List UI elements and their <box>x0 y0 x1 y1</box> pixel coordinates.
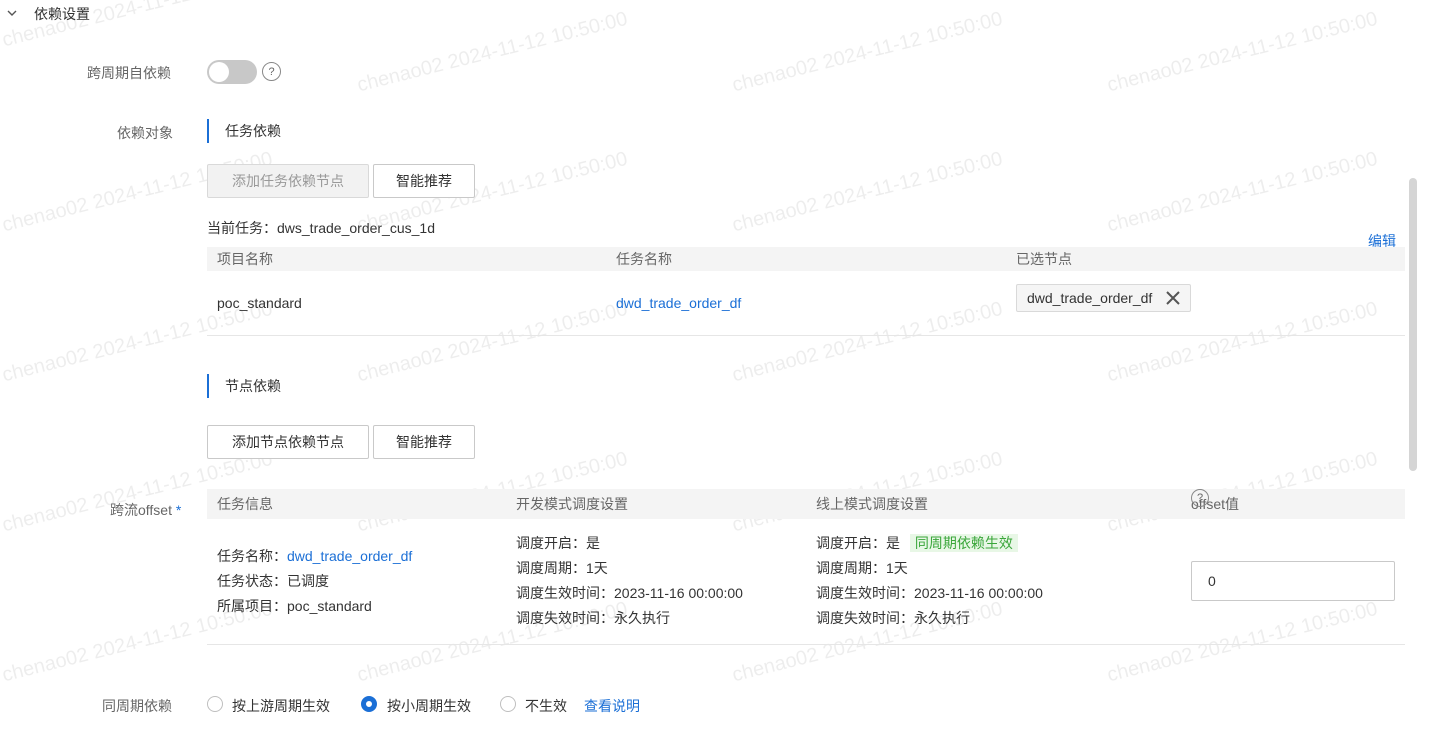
prod-schedule-cell: 调度开启：是 同周期依赖生效 调度周期：1天 调度生效时间：2023-11-16… <box>816 531 1043 631</box>
task-dep-table-header: 项目名称 任务名称 已选节点 <box>207 247 1405 271</box>
dev-cycle: 调度周期：1天 <box>516 560 608 576</box>
node-dep-title: 节点依赖 <box>207 374 281 398</box>
offset-label: 跨流offset * <box>110 500 181 520</box>
column-header: 已选节点 <box>1016 251 1072 267</box>
close-icon[interactable] <box>1165 290 1181 309</box>
add-node-dep-button[interactable]: 添加节点依赖节点 <box>207 425 369 459</box>
prod-enabled: 调度开启：是 <box>816 535 900 551</box>
add-task-dep-button[interactable]: 添加任务依赖节点 <box>207 164 369 198</box>
toggle-knob <box>209 62 229 82</box>
task-status: 任务状态：已调度 <box>217 573 329 589</box>
task-name-label: 任务名称： <box>217 548 287 564</box>
selected-node-label: dwd_trade_order_df <box>1027 290 1153 306</box>
watermark: chenao02 2024-11-12 10:50:00 <box>355 297 630 387</box>
task-name-link[interactable]: dwd_trade_order_df <box>287 548 412 564</box>
watermark: chenao02 2024-11-12 10:50:00 <box>1105 7 1380 97</box>
task-project: 所属项目：poc_standard <box>217 598 372 614</box>
project-cell: poc_standard <box>217 295 302 311</box>
current-task: 当前任务：dws_trade_order_cus_1d <box>207 220 435 236</box>
task-link[interactable]: dwd_trade_order_df <box>616 295 741 311</box>
radio-label[interactable]: 按小周期生效 <box>387 696 471 716</box>
section-title: 依赖设置 <box>34 6 90 22</box>
task-recommend-button[interactable]: 智能推荐 <box>373 164 475 198</box>
watermark: chenao02 2024-11-12 10:50:00 <box>730 297 1005 387</box>
watermark: chenao02 2024-11-12 10:50:00 <box>355 7 630 97</box>
required-mark: * <box>175 502 182 518</box>
dev-end-time: 调度失效时间：永久执行 <box>516 610 670 626</box>
dev-enabled: 调度开启：是 <box>516 535 600 551</box>
cross-cycle-toggle[interactable] <box>207 60 257 84</box>
column-header: 任务名称 <box>616 251 672 267</box>
task-dep-title: 任务依赖 <box>207 119 281 143</box>
radio-upstream-cycle[interactable] <box>207 696 223 712</box>
column-header: 任务信息 <box>217 496 273 512</box>
radio-label[interactable]: 不生效 <box>525 696 567 716</box>
cross-cycle-label: 跨周期自依赖 <box>87 65 171 81</box>
dev-start-time: 调度生效时间：2023-11-16 00:00:00 <box>516 585 743 601</box>
offset-table-header: 任务信息 开发模式调度设置 线上模式调度设置 offset值 ? <box>207 489 1405 519</box>
watermark: chenao02 2024-11-12 10:50:00 <box>730 147 1005 237</box>
same-cycle-label: 同周期依赖 <box>102 698 172 714</box>
offset-label-text: 跨流offset <box>110 502 172 518</box>
divider <box>207 644 1405 645</box>
help-icon[interactable]: ? <box>262 62 281 81</box>
task-name-line: 任务名称：dwd_trade_order_df <box>217 544 412 569</box>
scrollbar-thumb[interactable] <box>1409 178 1417 471</box>
watermark: chenao02 2024-11-12 10:50:00 <box>1105 147 1380 237</box>
radio-small-cycle[interactable] <box>361 696 377 712</box>
view-docs-link[interactable]: 查看说明 <box>584 696 640 716</box>
offset-input[interactable] <box>1191 561 1395 601</box>
column-header: 项目名称 <box>217 251 273 267</box>
divider <box>207 335 1405 336</box>
prod-cycle: 调度周期：1天 <box>816 560 908 576</box>
column-header: 开发模式调度设置 <box>516 496 628 512</box>
prod-enabled-line: 调度开启：是 同周期依赖生效 <box>816 531 1043 556</box>
radio-not-effective[interactable] <box>500 696 516 712</box>
task-info-cell: 任务名称：dwd_trade_order_df 任务状态：已调度 所属项目：po… <box>217 544 412 619</box>
status-badge: 同周期依赖生效 <box>909 534 1018 552</box>
chevron-down-icon <box>6 6 18 22</box>
node-recommend-button[interactable]: 智能推荐 <box>373 425 475 459</box>
prod-start-time: 调度生效时间：2023-11-16 00:00:00 <box>816 585 1043 601</box>
column-header: 线上模式调度设置 <box>816 496 928 512</box>
help-icon[interactable]: ? <box>1191 489 1209 507</box>
dep-target-label: 依赖对象 <box>117 125 173 141</box>
radio-label[interactable]: 按上游周期生效 <box>232 696 330 716</box>
dev-schedule-cell: 调度开启：是 调度周期：1天 调度生效时间：2023-11-16 00:00:0… <box>516 531 743 631</box>
watermark: chenao02 2024-11-12 10:50:00 <box>1105 597 1380 687</box>
selected-node-tag: dwd_trade_order_df <box>1016 284 1191 312</box>
watermark: chenao02 2024-11-12 10:50:00 <box>730 7 1005 97</box>
prod-end-time: 调度失效时间：永久执行 <box>816 610 970 626</box>
